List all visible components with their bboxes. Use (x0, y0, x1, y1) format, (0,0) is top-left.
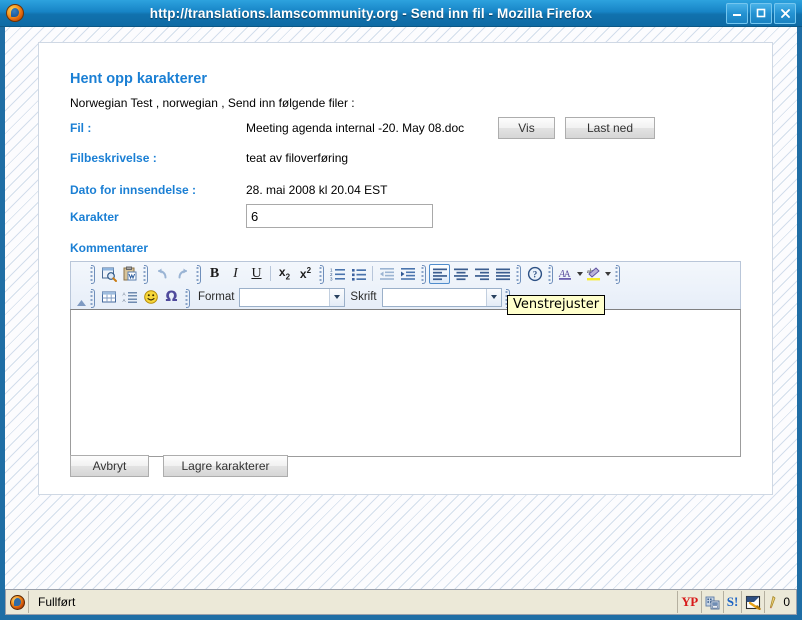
cancel-button[interactable]: Avbryt (70, 455, 149, 477)
ads-blocker-icon[interactable] (741, 591, 764, 613)
view-file-button[interactable]: Vis (498, 117, 555, 139)
minimize-icon[interactable] (726, 2, 748, 24)
toolbar-grip[interactable] (195, 265, 202, 284)
special-char-icon[interactable]: Ω (161, 287, 182, 307)
align-justify-icon[interactable] (492, 264, 513, 284)
toolbar-grip[interactable] (142, 265, 149, 284)
toolbar-separator (270, 266, 271, 281)
redo-icon[interactable] (172, 264, 193, 284)
format-select-value (240, 289, 329, 306)
ordered-list-icon[interactable]: 1 2 3 (327, 264, 348, 284)
status-bar: Fullført YP S! 0 (5, 589, 797, 615)
tray-count: 0 (783, 595, 790, 609)
toolbar-grip[interactable] (515, 265, 522, 284)
chevron-down-icon[interactable] (576, 271, 583, 276)
toolbar-collapse-icon[interactable] (75, 262, 87, 285)
status-tray: YP S! 0 (677, 591, 793, 613)
download-file-button[interactable]: Last ned (565, 117, 655, 139)
save-grades-button[interactable]: Lagre karakterer (163, 455, 288, 477)
intro-text: Norwegian Test , norwegian , Send inn fø… (70, 96, 355, 110)
editor-toolbar-row-2: A A Ω Format Skrift (71, 285, 740, 309)
window-controls (726, 2, 796, 24)
comments-label: Kommentarer (70, 241, 149, 255)
italic-icon[interactable]: I (225, 264, 246, 284)
editor-toolbar-row-1: B I U x2 x2 1 2 3 ? A A ab (71, 262, 740, 285)
maximize-icon[interactable] (750, 2, 772, 24)
toolbar-grip[interactable] (89, 288, 96, 308)
chevron-down-icon[interactable] (485, 288, 501, 306)
highlight-color-icon[interactable]: ab (584, 264, 612, 284)
date-label: Dato for innsendelse : (70, 183, 197, 197)
svg-text:?: ? (532, 269, 537, 279)
subscript-icon[interactable]: x2 (274, 264, 295, 284)
align-center-icon[interactable] (450, 264, 471, 284)
firefox-logo-icon (6, 4, 24, 22)
smiley-icon[interactable] (140, 287, 161, 307)
help-icon[interactable]: ? (524, 264, 545, 284)
pencil-icon[interactable]: 0 (764, 591, 793, 613)
grade-label: Karakter (70, 210, 119, 224)
font-label: Skrift (350, 291, 377, 303)
window-title: http://translations.lamscommunity.org - … (149, 5, 593, 21)
status-text: Fullført (38, 595, 76, 609)
toolbar-grip[interactable] (614, 265, 621, 284)
file-label: Fil : (70, 121, 92, 135)
outdent-icon[interactable] (376, 264, 397, 284)
file-value: Meeting agenda internal -20. May 08.doc (246, 121, 465, 135)
skype-label: S! (726, 594, 739, 609)
underline-icon[interactable]: U (246, 264, 267, 284)
editor-content-area[interactable] (70, 309, 741, 457)
superscript-icon[interactable]: x2 (295, 264, 316, 284)
toolbar-grip[interactable] (547, 265, 554, 284)
toolbar-grip[interactable] (184, 288, 191, 308)
indent-icon[interactable] (397, 264, 418, 284)
page-title: Hent opp karakterer (70, 71, 207, 87)
chevron-down-icon[interactable] (329, 288, 345, 306)
rich-text-editor: B I U x2 x2 1 2 3 ? A A ab A A Ω Format … (70, 261, 741, 457)
toolbar-grip[interactable] (89, 265, 96, 284)
paste-word-icon[interactable] (119, 264, 140, 284)
toolbar-separator (372, 266, 373, 281)
font-select-value (383, 289, 486, 306)
skype-icon[interactable]: S! (722, 591, 742, 613)
status-firefox-icon[interactable] (7, 591, 29, 613)
format-select[interactable] (239, 287, 346, 307)
font-select[interactable] (381, 287, 502, 307)
editor-toolbar: B I U x2 x2 1 2 3 ? A A ab A A Ω Format … (70, 261, 741, 309)
toolbar-grip[interactable] (420, 265, 427, 284)
svg-text:A: A (122, 292, 125, 297)
preview-icon[interactable] (98, 264, 119, 284)
content-card: Hent opp karakterer Norwegian Test , nor… (38, 42, 773, 495)
svg-text:A: A (122, 298, 125, 303)
unordered-list-icon[interactable] (348, 264, 369, 284)
undo-icon[interactable] (151, 264, 172, 284)
text-color-icon[interactable]: A A (556, 264, 584, 284)
toolbar-collapse-arrow-icon[interactable] (75, 285, 87, 309)
form-actions: Avbryt Lagre karakterer (70, 455, 288, 477)
browser-window: http://translations.lamscommunity.org - … (0, 0, 802, 620)
network-icon[interactable] (700, 591, 723, 613)
description-value: teat av filoverføring (246, 151, 349, 165)
align-right-icon[interactable] (471, 264, 492, 284)
window-titlebar: http://translations.lamscommunity.org - … (0, 0, 802, 27)
svg-text:3: 3 (330, 276, 333, 281)
format-label: Format (198, 291, 235, 303)
toolbar-grip[interactable] (318, 265, 325, 284)
insert-table-icon[interactable] (98, 287, 119, 307)
tooltip: Venstrejuster (507, 295, 606, 315)
close-icon[interactable] (774, 2, 796, 24)
page-viewport: Hent opp karakterer Norwegian Test , nor… (5, 27, 797, 589)
yahoo-pops-label: YP (681, 594, 698, 609)
yahoo-pops-icon[interactable]: YP (677, 591, 700, 613)
description-label: Filbeskrivelse : (70, 151, 157, 165)
align-left-icon[interactable] (429, 263, 450, 284)
date-value: 28. mai 2008 kl 20.04 EST (246, 183, 388, 197)
definition-list-icon[interactable]: A A (119, 287, 140, 307)
bold-icon[interactable]: B (204, 264, 225, 284)
grade-input[interactable] (246, 204, 433, 228)
svg-text:A: A (564, 269, 571, 279)
chevron-down-icon[interactable] (604, 271, 611, 276)
